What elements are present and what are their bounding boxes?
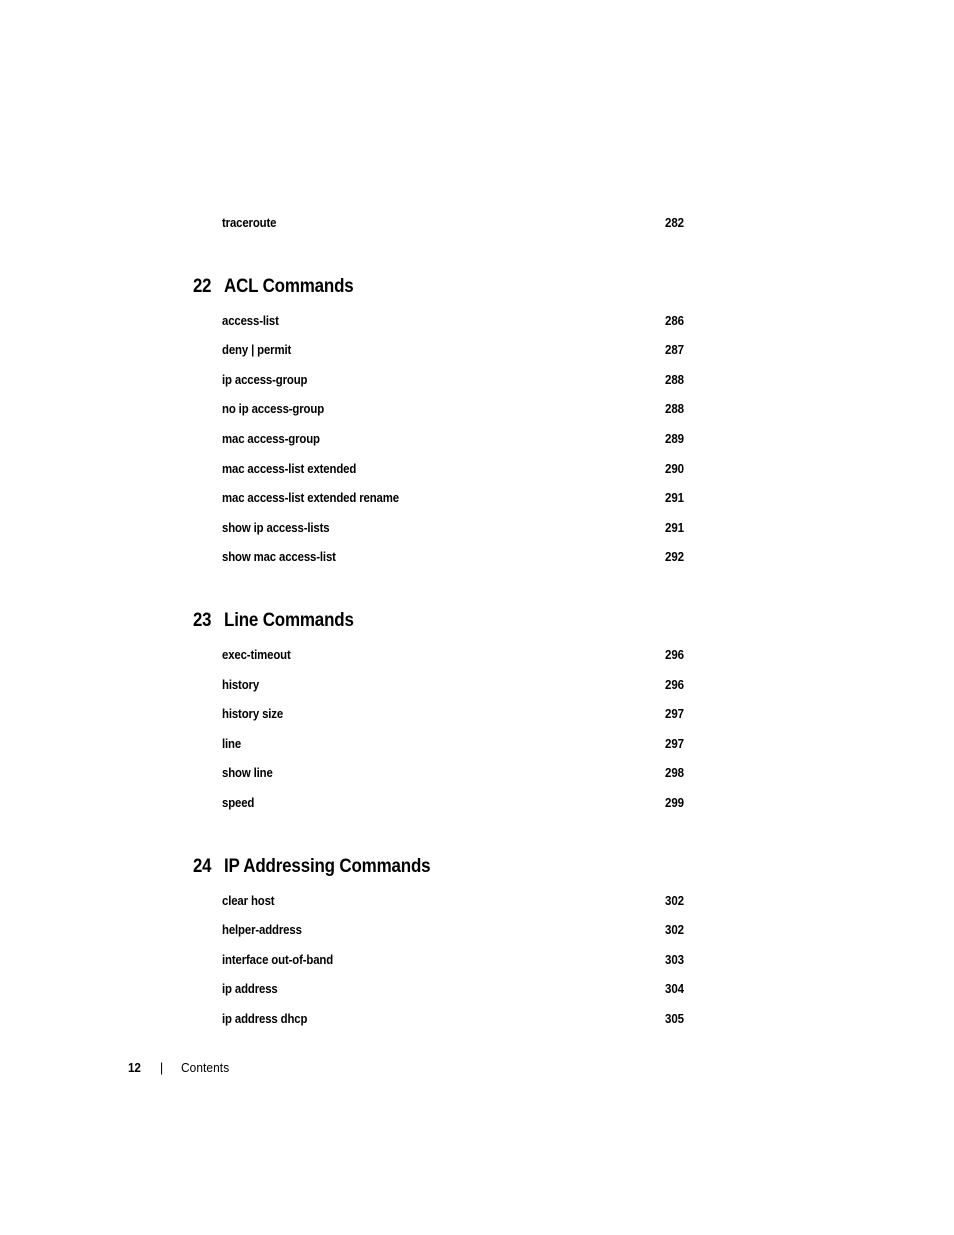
- toc-chapter: 24 IP Addressing Commands clear host 302 hel…: [193, 851, 684, 1034]
- toc-entry[interactable]: show line 298: [193, 758, 684, 788]
- toc-chapter-heading[interactable]: 23 Line Commands: [193, 605, 684, 636]
- toc-entry[interactable]: access-list 286: [193, 306, 684, 336]
- toc-entry[interactable]: clear host 302: [193, 886, 684, 916]
- toc-chapter: 22 ACL Commands access-list 286 deny | permi…: [193, 271, 684, 572]
- toc-entry-page-number: 305: [665, 1010, 684, 1026]
- toc-entry-label: mac access-list extended: [222, 460, 357, 476]
- toc-entry[interactable]: speed 299: [193, 788, 684, 818]
- toc-entry-page-number: 302: [665, 922, 684, 938]
- toc-entry-label: show line: [222, 765, 273, 781]
- toc-entry-label: ip address: [222, 981, 278, 997]
- chapter-spacer: [193, 818, 684, 851]
- toc-entry-page-number: 299: [665, 794, 684, 810]
- toc-chapter-heading[interactable]: 24 IP Addressing Commands: [193, 851, 684, 882]
- footer-separator: |: [159, 1060, 164, 1075]
- toc-entry-label: history size: [222, 706, 284, 722]
- toc-chapter-title: ACL Commands: [224, 274, 354, 297]
- toc-entry-page-number: 289: [665, 430, 684, 446]
- document-page: traceroute 282 22 ACL Commands access-list 28…: [0, 0, 954, 1235]
- toc-entry-label: interface out-of-band: [222, 951, 334, 967]
- toc-entry-label: exec-timeout: [222, 646, 291, 662]
- toc-entry[interactable]: interface out-of-band 303: [193, 945, 684, 975]
- toc-entry[interactable]: mac access-list extended rename 291: [193, 483, 684, 513]
- toc-entry-page-number: 291: [665, 519, 684, 535]
- toc-entry-page-number: 286: [665, 312, 684, 328]
- toc-entry[interactable]: show mac access-list 292: [193, 542, 684, 572]
- toc-entry[interactable]: helper-address 302: [193, 915, 684, 945]
- toc-entry-label: deny | permit: [222, 342, 292, 358]
- toc-entry[interactable]: no ip access-group 288: [193, 394, 684, 424]
- toc-entry-label: no ip access-group: [222, 401, 325, 417]
- toc-entry-page-number: 282: [665, 215, 684, 230]
- toc-entry-page-number: 296: [665, 676, 684, 692]
- toc-chapter-heading[interactable]: 22 ACL Commands: [193, 271, 684, 302]
- toc-entry-label: mac access-group: [222, 430, 320, 446]
- footer-page-number: 12: [128, 1060, 141, 1075]
- toc-entry-page-number: 303: [665, 951, 684, 967]
- toc-entry-page-number: 297: [665, 706, 684, 722]
- toc-entry-label: show ip access-lists: [222, 519, 330, 535]
- toc-entry[interactable]: traceroute 282: [193, 208, 684, 238]
- toc-entry-label: clear host: [222, 892, 275, 908]
- toc-entry-page-number: 296: [665, 646, 684, 662]
- toc-entry[interactable]: ip address dhcp 305: [193, 1004, 684, 1034]
- toc-entry[interactable]: exec-timeout 296: [193, 640, 684, 670]
- toc-chapter-title: IP Addressing Commands: [224, 854, 431, 877]
- toc-entry-page-number: 287: [665, 342, 684, 358]
- toc-entry-page-number: 288: [665, 371, 684, 387]
- toc-entry-label: show mac access-list: [222, 549, 336, 565]
- toc-entry-page-number: 291: [665, 490, 684, 506]
- toc-entry[interactable]: show ip access-lists 291: [193, 513, 684, 543]
- toc-entry-label: helper-address: [222, 922, 302, 938]
- toc-entry-page-number: 288: [665, 401, 684, 417]
- toc-entry-page-number: 292: [665, 549, 684, 565]
- toc-entry[interactable]: history 296: [193, 670, 684, 700]
- toc-entry-label: ip access-group: [222, 371, 308, 387]
- toc-entry-page-number: 304: [665, 981, 684, 997]
- toc-entry-page-number: 290: [665, 460, 684, 476]
- toc-entry-page-number: 298: [665, 765, 684, 781]
- toc-chapter-title: Line Commands: [224, 608, 354, 631]
- toc-entry-label: access-list: [222, 312, 279, 328]
- toc-entry[interactable]: ip access-group 288: [193, 365, 684, 395]
- toc-entry[interactable]: line 297: [193, 729, 684, 759]
- toc-chapter-number: 23: [193, 608, 212, 631]
- toc-entry-page-number: 297: [665, 735, 684, 751]
- toc-entry-label: ip address dhcp: [222, 1010, 308, 1026]
- toc-entry-label: history: [222, 676, 260, 692]
- toc-entry-label: mac access-list extended rename: [222, 490, 399, 506]
- footer-section-label: Contents: [180, 1060, 230, 1075]
- toc-entry[interactable]: deny | permit 287: [193, 335, 684, 365]
- toc-entry[interactable]: ip address 304: [193, 974, 684, 1004]
- toc-chapter-number: 24: [193, 854, 212, 877]
- chapter-spacer: [193, 572, 684, 605]
- page-footer: 12 | Contents: [128, 1058, 235, 1078]
- toc-entry-label: line: [222, 735, 242, 751]
- toc-entry[interactable]: mac access-group 289: [193, 424, 684, 454]
- toc-entry-page-number: 302: [665, 892, 684, 908]
- toc-chapter: 23 Line Commands exec-timeout 296 history 296…: [193, 605, 684, 818]
- toc-entry[interactable]: mac access-list extended 290: [193, 454, 684, 484]
- toc-entry-label: speed: [222, 794, 255, 810]
- toc-entry-label: traceroute: [222, 215, 277, 230]
- toc-chapter-number: 22: [193, 274, 212, 297]
- table-of-contents: traceroute 282 22 ACL Commands access-list 28…: [193, 208, 684, 1033]
- chapter-spacer: [193, 238, 684, 271]
- toc-entry[interactable]: history size 297: [193, 699, 684, 729]
